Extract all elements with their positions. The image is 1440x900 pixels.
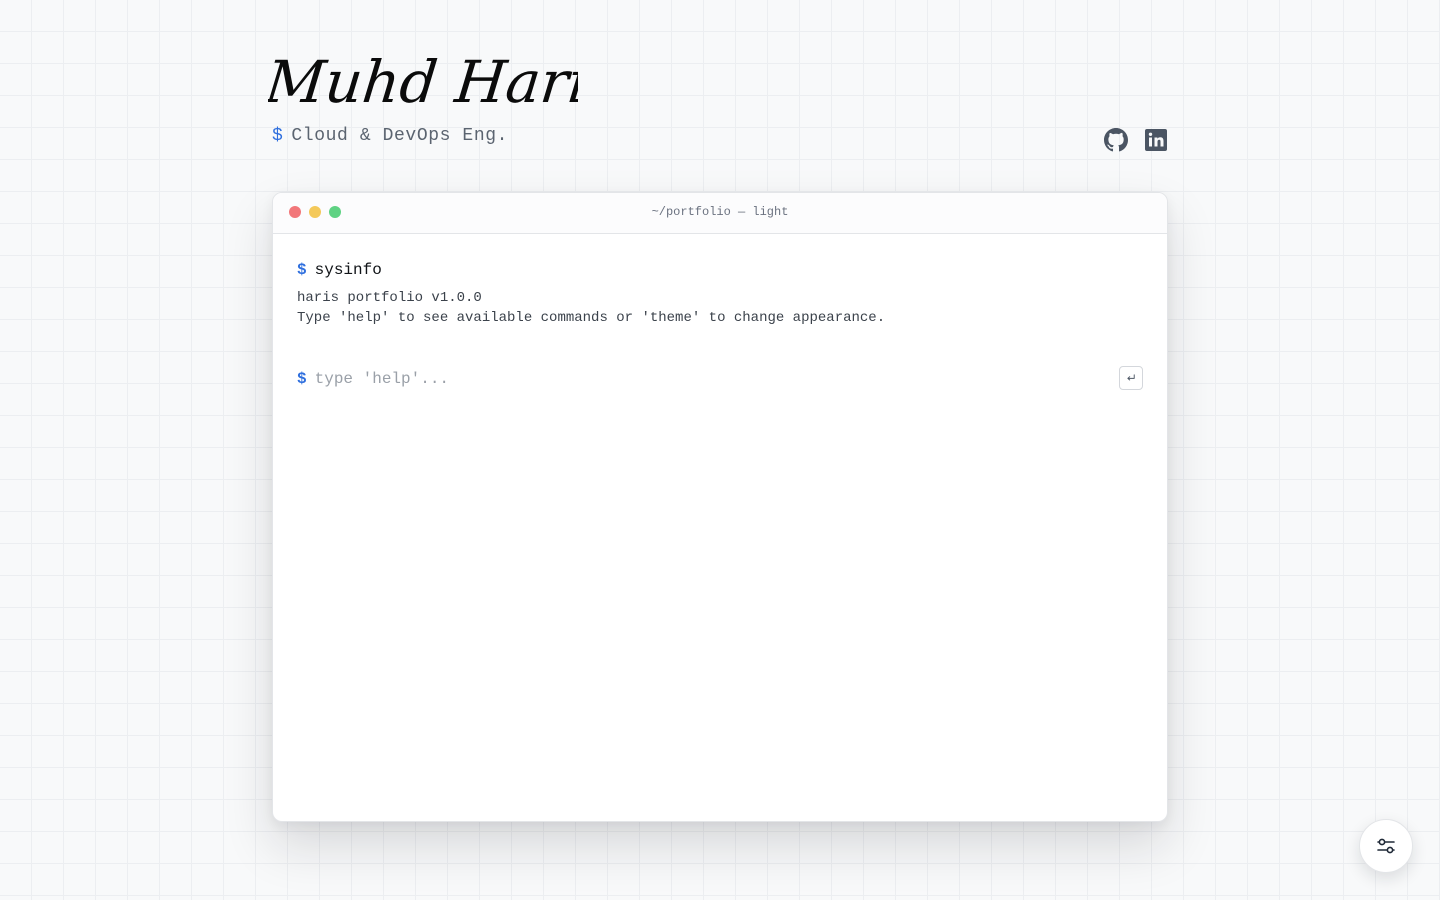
enter-icon <box>1127 374 1135 381</box>
output-line: haris portfolio v1.0.0 <box>297 290 482 306</box>
tagline: $ Cloud & DevOps Eng. <box>272 126 508 146</box>
submit-command-button[interactable] <box>1119 366 1143 390</box>
github-icon <box>1104 128 1128 152</box>
terminal-body: $ sysinfo haris portfolio v1.0.0 Type 'hel… <box>273 234 1167 392</box>
site-header: Muhd Haris $ Cloud & DevOps Eng. <box>268 44 1168 164</box>
svg-text:Muhd Haris: Muhd Haris <box>268 48 578 116</box>
linkedin-icon <box>1145 129 1167 151</box>
github-link[interactable] <box>1104 128 1128 152</box>
prompt-symbol: $ <box>297 261 307 279</box>
command-input-row: $ <box>297 366 1143 392</box>
terminal-window: ~/portfolio — light $ sysinfo haris portf… <box>272 192 1168 822</box>
input-prompt-symbol: $ <box>297 370 307 388</box>
command-output: haris portfolio v1.0.0 Type 'help' to see… <box>297 288 1143 328</box>
command-input[interactable] <box>314 370 1075 388</box>
linkedin-link[interactable] <box>1144 128 1168 152</box>
tagline-prompt: $ <box>272 126 284 146</box>
output-line: Type 'help' to see available commands or… <box>297 310 886 326</box>
settings-button[interactable] <box>1359 819 1413 873</box>
tagline-text: Cloud & DevOps Eng. <box>291 126 509 146</box>
history-command: $ sysinfo <box>297 258 1143 282</box>
terminal-titlebar: ~/portfolio — light <box>273 193 1167 234</box>
sliders-icon <box>1377 838 1395 854</box>
command-text: sysinfo <box>314 261 382 279</box>
social-links <box>1104 128 1168 152</box>
window-title: ~/portfolio — light <box>651 205 789 219</box>
signature-name: Muhd Haris <box>268 48 578 116</box>
